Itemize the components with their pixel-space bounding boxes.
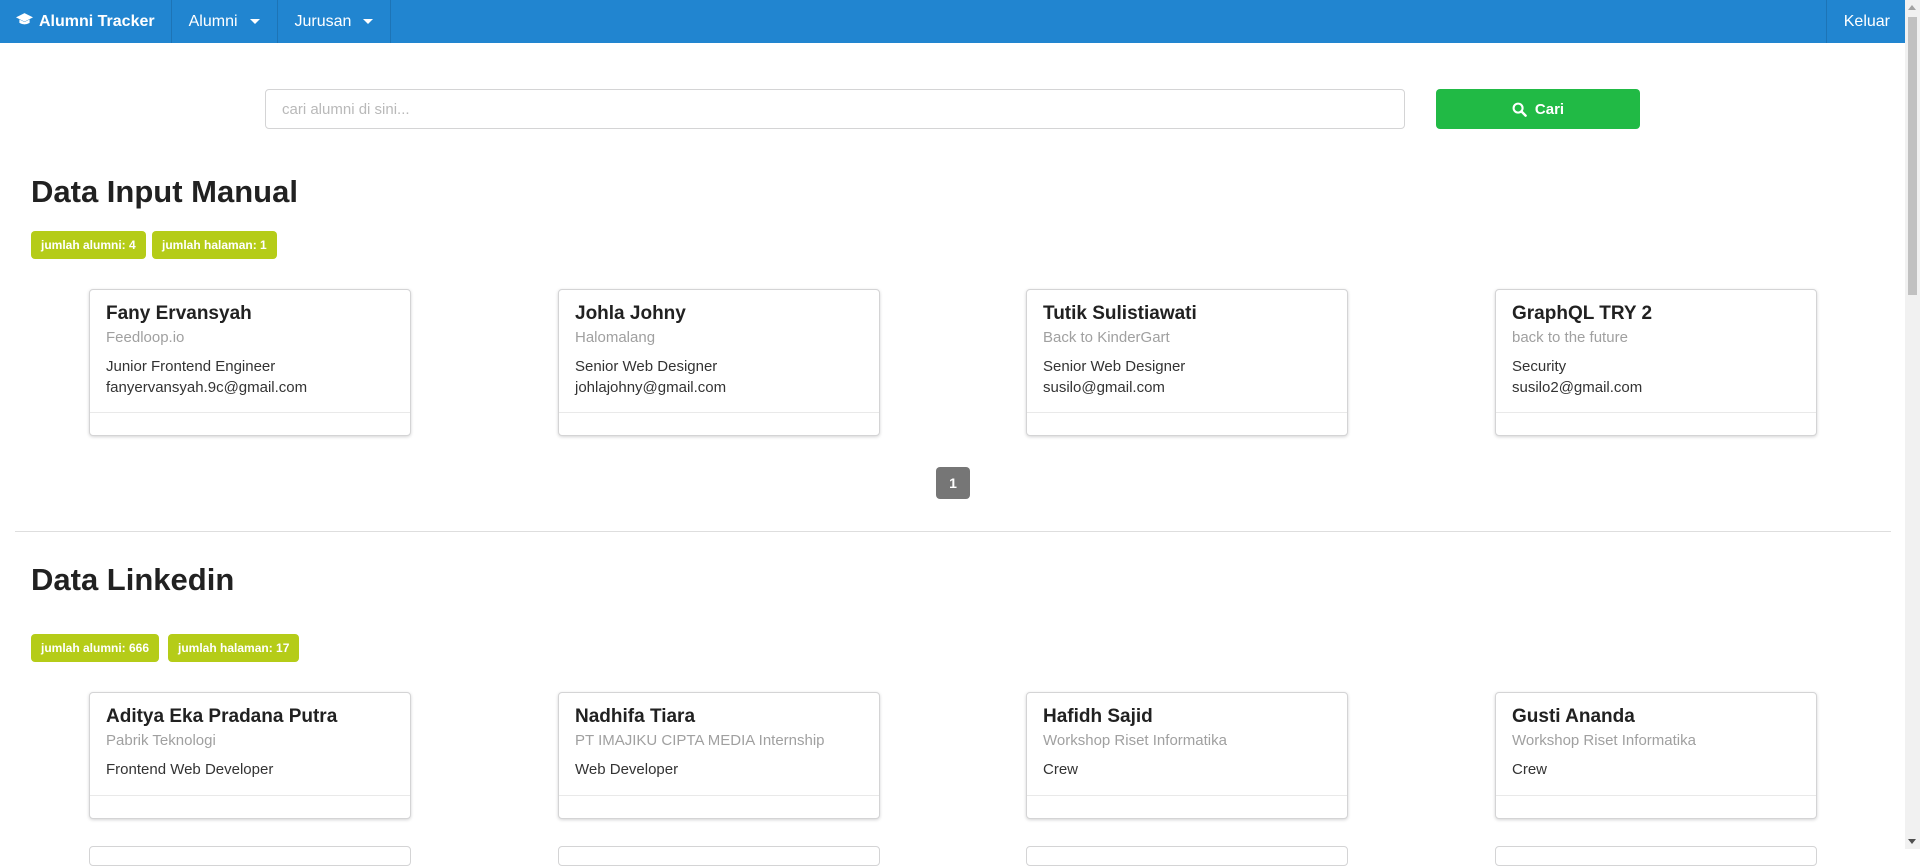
card-company: Feedloop.io xyxy=(106,329,185,346)
card-name: Hafidh Sajid xyxy=(1043,706,1153,727)
brand-label: Alumni Tracker xyxy=(39,12,155,30)
top-navbar: Alumni Tracker Alumni Jurusan Keluar xyxy=(0,0,1905,43)
card-company: Halomalang xyxy=(575,329,656,346)
brand-link[interactable]: Alumni Tracker xyxy=(0,0,172,43)
alumni-card-partial[interactable] xyxy=(1495,846,1817,866)
card-company: PT IMAJIKU CIPTA MEDIA Internship xyxy=(575,732,825,749)
card-position: Senior Web Designer xyxy=(575,358,718,375)
card-email: fanyervansyah.9c@gmail.com xyxy=(106,379,308,396)
card-position: Crew xyxy=(1512,761,1548,778)
alumni-card[interactable]: Nadhifa Tiara PT IMAJIKU CIPTA MEDIA Int… xyxy=(558,692,880,819)
navbar-spacer xyxy=(391,0,1825,43)
nav-jurusan-dropdown[interactable]: Jurusan xyxy=(278,0,392,43)
manual-alumni-count-badge: jumlah alumni: 4 xyxy=(31,231,146,259)
card-name: Aditya Eka Pradana Putra xyxy=(106,706,338,727)
card-extra xyxy=(559,412,879,435)
alumni-card-partial[interactable] xyxy=(558,846,880,866)
card-position: Web Developer xyxy=(575,761,679,778)
card-position: Frontend Web Developer xyxy=(106,761,274,778)
alumni-card[interactable]: Fany Ervansyah Feedloop.io Junior Fronte… xyxy=(89,289,411,436)
linkedin-alumni-count-badge: jumlah alumni: 666 xyxy=(31,634,160,662)
section-divider xyxy=(15,531,1891,532)
card-email: susilo2@gmail.com xyxy=(1512,379,1643,396)
alumni-card[interactable]: GraphQL TRY 2 back to the future Securit… xyxy=(1495,289,1817,436)
scroll-down-arrow-icon[interactable] xyxy=(1908,839,1916,844)
card-company: Back to KinderGart xyxy=(1043,329,1170,346)
alumni-card[interactable]: Gusti Ananda Workshop Riset Informatika … xyxy=(1495,692,1817,819)
card-name: Nadhifa Tiara xyxy=(575,706,696,727)
card-position: Junior Frontend Engineer xyxy=(106,358,276,375)
card-extra xyxy=(1027,412,1347,435)
card-extra xyxy=(1496,412,1816,435)
linkedin-section-title: Data Linkedin xyxy=(31,562,235,597)
pagination-page-1[interactable]: 1 xyxy=(936,467,970,499)
search-icon xyxy=(1512,102,1527,117)
alumni-card[interactable]: Tutik Sulistiawati Back to KinderGart Se… xyxy=(1026,289,1348,436)
alumni-card[interactable]: Johla Johny Halomalang Senior Web Design… xyxy=(558,289,880,436)
search-button-label: Cari xyxy=(1534,100,1565,118)
card-email: johlajohny@gmail.com xyxy=(575,379,727,396)
manual-section-title: Data Input Manual xyxy=(31,174,298,209)
search-input[interactable] xyxy=(265,89,1405,129)
scrollbar-thumb[interactable] xyxy=(1908,17,1917,295)
card-extra xyxy=(90,412,410,435)
linkedin-page-count-badge: jumlah halaman: 17 xyxy=(168,634,300,662)
card-company: Workshop Riset Informatika xyxy=(1512,732,1696,749)
card-position: Security xyxy=(1512,358,1567,375)
chevron-down-icon xyxy=(363,19,374,24)
page-scrollbar[interactable] xyxy=(1905,0,1920,849)
card-position: Senior Web Designer xyxy=(1043,358,1186,375)
alumni-card-partial[interactable] xyxy=(1026,846,1348,866)
card-name: Fany Ervansyah xyxy=(106,303,252,324)
nav-alumni-dropdown[interactable]: Alumni xyxy=(172,0,278,43)
scroll-up-arrow-icon[interactable] xyxy=(1908,5,1916,10)
card-position: Crew xyxy=(1043,761,1079,778)
card-name: Johla Johny xyxy=(575,303,686,324)
card-extra xyxy=(1027,795,1347,818)
graduation-cap-icon xyxy=(16,13,33,30)
alumni-card[interactable]: Aditya Eka Pradana Putra Pabrik Teknolog… xyxy=(89,692,411,819)
card-extra xyxy=(559,795,879,818)
manual-page-count-badge: jumlah halaman: 1 xyxy=(152,231,277,259)
card-email: susilo@gmail.com xyxy=(1043,379,1165,396)
card-company: Pabrik Teknologi xyxy=(106,732,216,749)
chevron-down-icon xyxy=(249,19,260,24)
card-company: Workshop Riset Informatika xyxy=(1043,732,1227,749)
card-name: GraphQL TRY 2 xyxy=(1512,303,1653,324)
nav-alumni-label: Alumni xyxy=(188,12,238,30)
search-button[interactable]: Cari xyxy=(1436,89,1640,129)
alumni-card[interactable]: Hafidh Sajid Workshop Riset Informatika … xyxy=(1026,692,1348,819)
card-name: Tutik Sulistiawati xyxy=(1043,303,1197,324)
alumni-card-partial[interactable] xyxy=(89,846,411,866)
nav-jurusan-label: Jurusan xyxy=(294,12,352,30)
card-name: Gusti Ananda xyxy=(1512,706,1635,727)
card-extra xyxy=(1496,795,1816,818)
card-company: back to the future xyxy=(1512,329,1628,346)
card-extra xyxy=(90,795,410,818)
logout-link[interactable]: Keluar xyxy=(1825,0,1905,43)
